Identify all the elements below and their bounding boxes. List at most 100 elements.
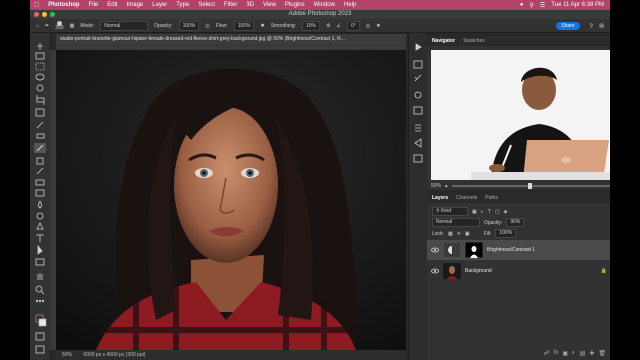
- document-tab[interactable]: studio-portrait-brunette-glamour-hipster…: [56, 34, 406, 44]
- fill-field[interactable]: 100%: [495, 229, 517, 238]
- crop-tool-icon[interactable]: [36, 95, 45, 105]
- history-brush-tool-icon[interactable]: [36, 167, 44, 175]
- menu-filter[interactable]: Filter: [224, 2, 237, 8]
- visibility-eye-icon[interactable]: [431, 268, 439, 274]
- menu-app-name[interactable]: Photoshop: [48, 2, 79, 8]
- flow-field[interactable]: 100%: [233, 20, 255, 31]
- lock-icon[interactable]: 🔒: [601, 268, 607, 274]
- libraries-icon[interactable]: [413, 106, 423, 115]
- apple-icon[interactable]: : [34, 2, 39, 9]
- adjustments-icon[interactable]: [414, 138, 422, 148]
- navigator-zoom-value[interactable]: 50%: [431, 183, 441, 189]
- move-tool-icon[interactable]: [37, 43, 43, 50]
- menu-3d[interactable]: 3D: [246, 2, 254, 8]
- pressure-opacity-icon[interactable]: ◎: [205, 23, 209, 29]
- airbrush-icon[interactable]: ✸: [260, 23, 264, 29]
- close-window-button[interactable]: [34, 12, 39, 17]
- healing-brush-tool-icon[interactable]: [36, 133, 45, 139]
- lock-all-icon[interactable]: ▣: [465, 231, 470, 237]
- menu-type[interactable]: Type: [176, 2, 189, 8]
- filter-smart-object-icon[interactable]: ◈: [504, 209, 508, 215]
- smoothing-options-icon[interactable]: ⚙: [326, 23, 330, 29]
- search-icon[interactable]: ⚲: [530, 2, 534, 9]
- menu-plugins[interactable]: Plugins: [285, 2, 305, 8]
- filter-shape-icon[interactable]: ▢: [495, 209, 500, 215]
- artboard-tool-icon[interactable]: [35, 52, 45, 60]
- quick-selection-tool-icon[interactable]: [36, 84, 44, 92]
- document-canvas[interactable]: [56, 50, 406, 350]
- tab-channels[interactable]: Channels: [456, 193, 477, 203]
- symmetry-icon[interactable]: ❖: [376, 23, 380, 29]
- screen-mode-icon[interactable]: [35, 345, 45, 354]
- menu-view[interactable]: View: [263, 2, 276, 8]
- menu-help[interactable]: Help: [344, 2, 356, 8]
- share-button[interactable]: Share: [556, 21, 580, 30]
- delete-layer-icon[interactable]: 🗑: [598, 350, 606, 357]
- tab-navigator[interactable]: Navigator: [432, 36, 455, 46]
- eraser-tool-icon[interactable]: [35, 179, 45, 186]
- frame-tool-icon[interactable]: [35, 108, 45, 117]
- dodge-tool-icon[interactable]: [36, 212, 44, 220]
- background-color-swatch[interactable]: [38, 318, 47, 327]
- link-layers-icon[interactable]: ☍: [544, 350, 550, 357]
- menu-window[interactable]: Window: [314, 2, 335, 8]
- pen-tool-icon[interactable]: [36, 222, 44, 230]
- minimize-window-button[interactable]: [42, 12, 47, 17]
- properties-icon[interactable]: [415, 124, 421, 132]
- history-icon[interactable]: [413, 60, 423, 69]
- mode-select[interactable]: Normal: [100, 20, 149, 31]
- status-zoom[interactable]: 50%: [62, 352, 72, 358]
- workspace-icon[interactable]: ▤: [599, 23, 604, 29]
- lock-pixels-icon[interactable]: ▦: [448, 231, 453, 237]
- menu-file[interactable]: File: [89, 2, 99, 8]
- color-panel-icon[interactable]: [414, 91, 422, 99]
- layer-opacity-field[interactable]: 90%: [506, 218, 525, 227]
- layer-name[interactable]: Brightness/Contrast 1: [487, 247, 535, 253]
- new-layer-icon[interactable]: ✚: [589, 350, 594, 357]
- opacity-field[interactable]: 100%: [178, 20, 200, 31]
- pressure-size-icon[interactable]: ◎: [366, 23, 370, 29]
- gradient-tool-icon[interactable]: [35, 189, 45, 197]
- quick-mask-icon[interactable]: [35, 332, 45, 341]
- filter-adjustment-icon[interactable]: ◐: [481, 209, 484, 215]
- clone-stamp-tool-icon[interactable]: [36, 157, 44, 165]
- zoom-out-icon[interactable]: ▴: [445, 183, 448, 189]
- layer-name[interactable]: Background: [465, 268, 492, 274]
- layer-row-background[interactable]: Background 🔒: [427, 261, 610, 281]
- brush-tool-icon[interactable]: [34, 143, 46, 153]
- type-tool-icon[interactable]: [36, 234, 44, 242]
- filter-pixel-icon[interactable]: ▣: [472, 209, 477, 215]
- wifi-icon[interactable]: ●: [520, 2, 524, 8]
- lasso-tool-icon[interactable]: [35, 73, 45, 81]
- fx-icon[interactable]: fx: [554, 350, 559, 356]
- rectangle-tool-icon[interactable]: [35, 258, 45, 266]
- tab-layers[interactable]: Layers: [432, 193, 448, 203]
- visibility-eye-icon[interactable]: [431, 247, 439, 253]
- navigator-zoom-knob[interactable]: [528, 183, 533, 189]
- layer-mask-thumbnail[interactable]: [465, 242, 483, 258]
- brush-settings-panel-icon[interactable]: [414, 74, 422, 82]
- brush-size-picker[interactable]: 350: [55, 20, 64, 31]
- menu-clock[interactable]: Tue 11 Apr 6:38 PM: [551, 2, 604, 8]
- blur-tool-icon[interactable]: [38, 200, 42, 209]
- control-center-icon[interactable]: ☰: [540, 2, 545, 9]
- zoom-tool-icon[interactable]: [35, 285, 45, 295]
- menu-select[interactable]: Select: [198, 2, 215, 8]
- menu-image[interactable]: Image: [127, 2, 144, 8]
- new-group-icon[interactable]: ▤: [580, 350, 586, 357]
- zoom-window-button[interactable]: [50, 12, 55, 17]
- layer-row-brightness-contrast[interactable]: Brightness/Contrast 1: [427, 240, 610, 260]
- eyedropper-tool-icon[interactable]: [36, 121, 44, 129]
- brush-settings-icon[interactable]: ▦: [70, 23, 75, 29]
- filter-type-icon[interactable]: T: [488, 209, 491, 215]
- path-selection-tool-icon[interactable]: [37, 244, 43, 255]
- menu-layer[interactable]: Layer: [152, 2, 167, 8]
- marquee-tool-icon[interactable]: [35, 62, 45, 71]
- tab-swatches[interactable]: Swatches: [463, 36, 485, 46]
- add-mask-icon[interactable]: ▣: [562, 350, 568, 357]
- angle-field[interactable]: 0°: [346, 20, 360, 31]
- paragraph-icon[interactable]: [413, 154, 423, 163]
- play-icon[interactable]: [415, 43, 422, 51]
- navigator-zoom-slider[interactable]: [451, 183, 610, 189]
- tab-paths[interactable]: Paths: [485, 193, 498, 203]
